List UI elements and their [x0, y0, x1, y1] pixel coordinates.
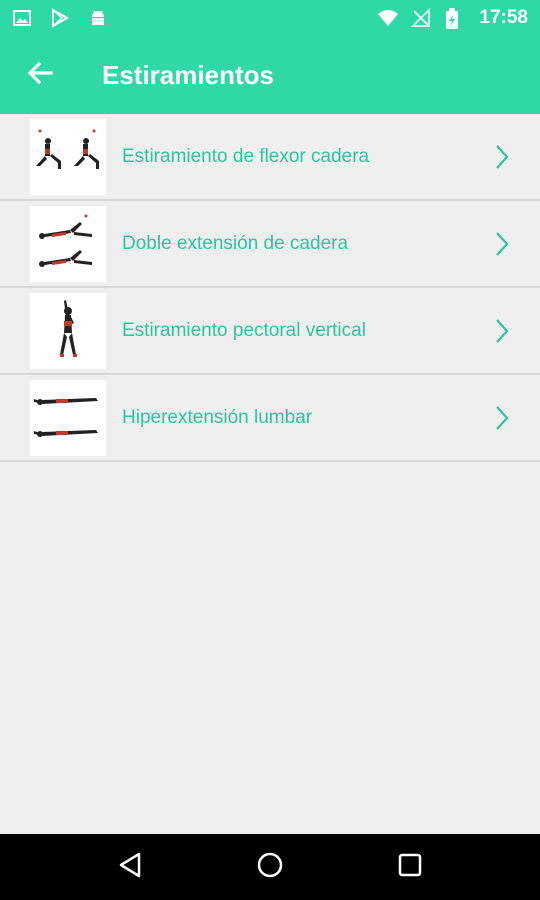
page-title: Estiramientos — [102, 59, 274, 90]
chevron-right-icon — [482, 137, 522, 177]
nav-home-button[interactable] — [245, 842, 295, 892]
hip-flexor-stretch-image — [30, 118, 106, 195]
chevron-right-icon — [482, 311, 522, 351]
list-item-label: Estiramiento de flexor cadera — [122, 145, 370, 167]
no-signal-icon — [411, 7, 431, 28]
system-nav-bar — [0, 834, 540, 900]
status-time: 17:58 — [479, 7, 528, 28]
app-bar: Estiramientos — [0, 36, 540, 114]
list-item-double-hip-extension[interactable]: Doble extensión de cadera — [0, 201, 540, 288]
double-hip-extension-image — [30, 205, 106, 282]
exercise-list: Estiramiento de flexor cadera Doble exte… — [0, 114, 540, 462]
list-item-lumbar-hyperextension[interactable]: Hiperextensión lumbar — [0, 375, 540, 462]
chevron-right-icon — [482, 224, 522, 264]
play-store-icon — [50, 8, 70, 28]
image-icon — [12, 8, 32, 28]
back-arrow-icon — [27, 60, 53, 91]
recents-square-icon — [397, 852, 423, 883]
nav-back-button[interactable] — [105, 842, 155, 892]
nav-recents-button[interactable] — [385, 842, 435, 892]
vertical-pec-stretch-image — [30, 292, 106, 369]
battery-icon — [445, 8, 465, 29]
wifi-icon — [377, 8, 399, 28]
list-item-label: Hiperextensión lumbar — [122, 406, 313, 428]
list-item-hip-flexor-stretch[interactable]: Estiramiento de flexor cadera — [0, 114, 540, 201]
chevron-right-icon — [482, 398, 522, 438]
status-bar: 17:58 — [0, 0, 540, 36]
list-item-label: Doble extensión de cadera — [122, 232, 349, 254]
list-item-label: Estiramiento pectoral vertical — [122, 319, 366, 341]
home-circle-icon — [256, 851, 284, 884]
list-item-vertical-pec-stretch[interactable]: Estiramiento pectoral vertical — [0, 288, 540, 375]
lumbar-hyperextension-image — [30, 379, 106, 456]
back-button[interactable] — [0, 36, 80, 114]
back-triangle-icon — [117, 851, 143, 884]
android-icon — [88, 8, 108, 28]
